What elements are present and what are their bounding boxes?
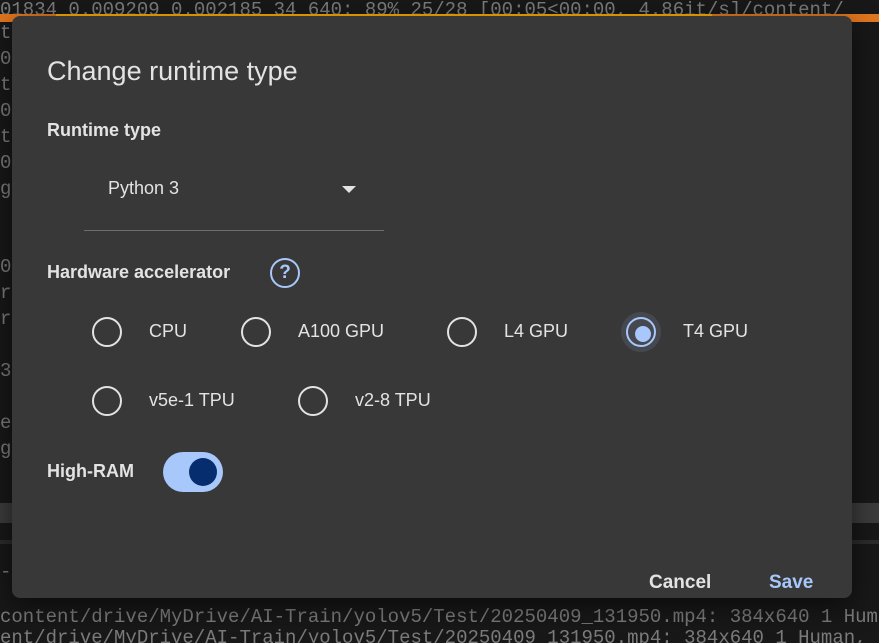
hardware-accelerator-label: Hardware accelerator <box>47 262 231 282</box>
radio-circle <box>298 386 328 416</box>
cancel-button[interactable]: Cancel <box>649 572 711 594</box>
high-ram-label: High-RAM <box>47 461 134 481</box>
save-button[interactable]: Save <box>769 572 813 594</box>
toggle-knob <box>189 458 217 486</box>
change-runtime-dialog: Change runtime type Runtime type Python … <box>12 16 852 598</box>
radio-circle <box>447 317 477 347</box>
dialog-title: Change runtime type <box>47 56 298 86</box>
radio-circle <box>626 317 656 347</box>
radio-circle <box>241 317 271 347</box>
runtime-type-value: Python 3 <box>108 178 180 198</box>
accelerator-label: CPU <box>149 321 188 341</box>
radio-circle <box>92 317 122 347</box>
accelerator-label: T4 GPU <box>683 321 749 341</box>
help-circle-icon[interactable]: ? <box>270 258 300 288</box>
runtime-type-label: Runtime type <box>47 120 162 140</box>
accelerator-label: L4 GPU <box>504 321 569 341</box>
accelerator-label: A100 GPU <box>298 321 385 341</box>
radio-selected-dot <box>635 326 651 342</box>
caret-down-icon <box>342 186 356 193</box>
radio-circle <box>92 386 122 416</box>
accelerator-label: v5e-1 TPU <box>149 390 235 410</box>
high-ram-toggle[interactable] <box>163 452 223 492</box>
runtime-type-select[interactable]: Python 3 <box>84 166 384 231</box>
accelerator-label: v2-8 TPU <box>355 390 431 410</box>
